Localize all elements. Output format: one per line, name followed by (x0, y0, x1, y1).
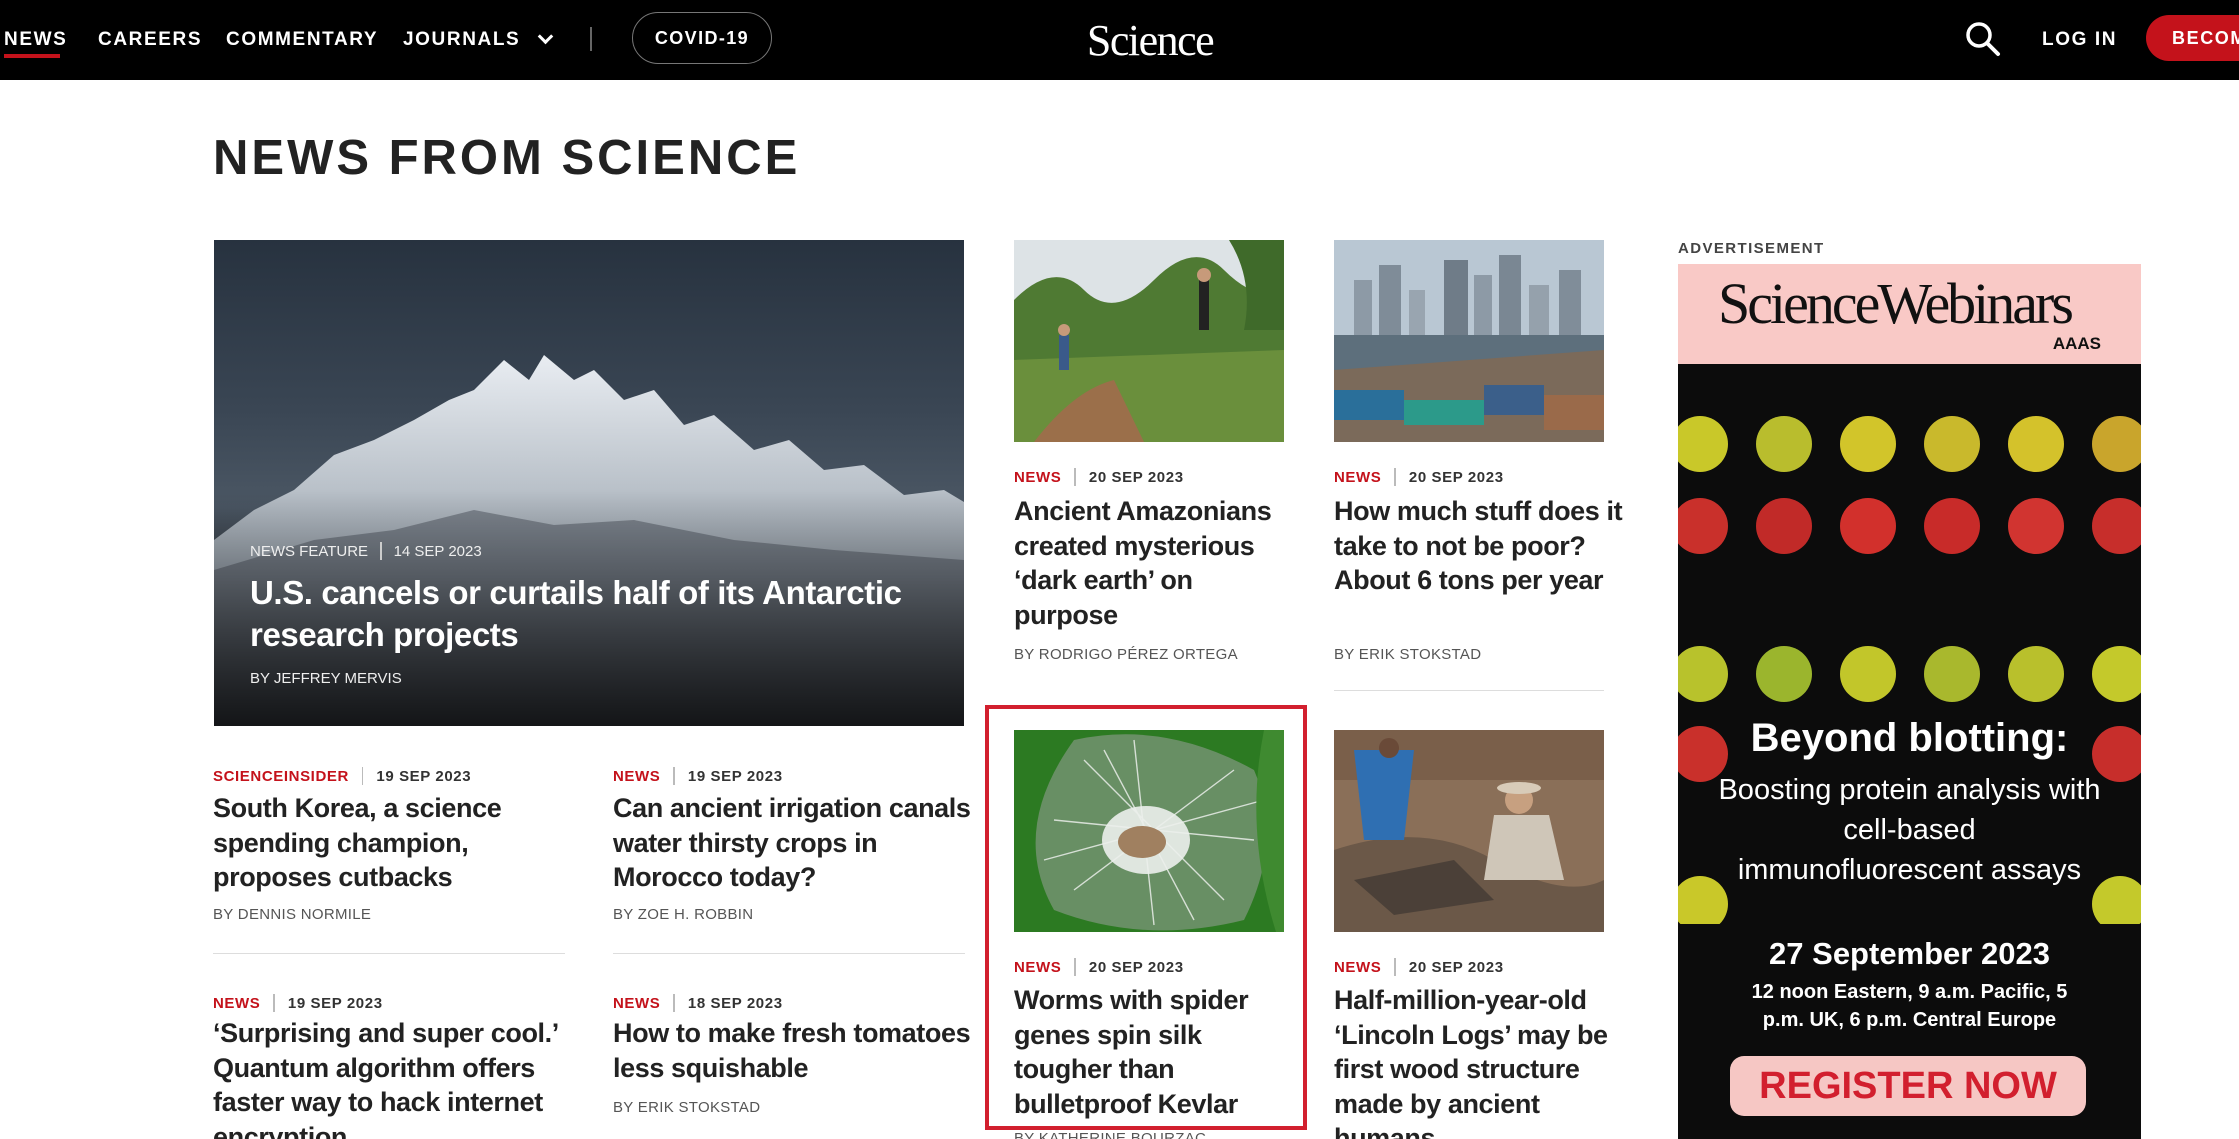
article-byline: BY RODRIGO PÉREZ ORTEGA (1014, 646, 1238, 663)
meta-divider (1394, 468, 1396, 486)
search-icon[interactable] (1964, 20, 2002, 58)
article-byline: BY DENNIS NORMILE (213, 906, 372, 923)
nav-news[interactable]: NEWS (4, 0, 67, 80)
article-date: 18 SEP 2023 (687, 994, 783, 1012)
article-thumbnail-dark-earth[interactable] (1014, 240, 1284, 442)
article-kind: NEWS (613, 767, 661, 785)
meta-divider (273, 994, 275, 1012)
ad-body: Boosting protein analysis with cell-base… (1718, 774, 2101, 886)
article-headline[interactable]: Ancient Amazonians created mysterious ‘d… (1014, 494, 1294, 632)
ad-header: ScienceWebinars AAAS (1678, 264, 2141, 364)
meta-divider (673, 994, 675, 1012)
ad-times: 12 noon Eastern, 9 a.m. Pacific, 5 p.m. … (1751, 981, 2068, 1031)
advertisement-label: ADVERTISEMENT (1678, 240, 1825, 257)
article-kind: NEWS (1334, 468, 1382, 486)
article-meta: NEWS 20 SEP 2023 (1014, 468, 1184, 486)
meta-divider (1394, 958, 1396, 976)
article-byline: BY ERIK STOKSTAD (613, 1099, 761, 1116)
article-kind: SCIENCEINSIDER (213, 767, 349, 785)
article-byline: BY ERIK STOKSTAD (1334, 646, 1482, 663)
nav-journals[interactable]: JOURNALS (403, 0, 554, 80)
article-date: 20 SEP 2023 (1408, 468, 1504, 486)
nav-careers[interactable]: CAREERS (98, 0, 202, 80)
article-meta: NEWS 20 SEP 2023 (1334, 958, 1504, 976)
article-headline[interactable]: Half-million-year-old ‘Lincoln Logs’ may… (1334, 983, 1624, 1139)
highlight-box (985, 705, 1307, 1130)
covid-19-button[interactable]: COVID-19 (632, 12, 772, 64)
ad-headline: Beyond blotting: (1750, 716, 2069, 760)
divider (613, 953, 965, 954)
article-thumbnail-city[interactable] (1334, 240, 1604, 442)
article-kind: NEWS (1014, 468, 1062, 486)
login-link[interactable]: LOG IN (2042, 0, 2117, 80)
ad-brand: ScienceWebinars (1718, 271, 2074, 336)
article-date: 19 SEP 2023 (687, 767, 783, 785)
meta-divider (361, 767, 364, 785)
feature-headline[interactable]: U.S. cancels or curtails half of its Ant… (250, 572, 930, 656)
article-meta: SCIENCEINSIDER 19 SEP 2023 (213, 767, 471, 785)
article-date: 20 SEP 2023 (1088, 468, 1184, 486)
article-meta: NEWS 20 SEP 2023 (1334, 468, 1504, 486)
divider (1334, 690, 1604, 691)
nav-journals-label: JOURNALS (403, 29, 521, 50)
feature-meta: NEWS FEATURE 14 SEP 2023 (250, 542, 482, 560)
article-headline[interactable]: Can ancient irrigation canals water thir… (613, 791, 973, 895)
feature-byline: BY JEFFREY MERVIS (250, 670, 402, 687)
ad-date: 27 September 2023 (1769, 936, 2050, 971)
page-title: NEWS FROM SCIENCE (213, 131, 801, 185)
nav-active-indicator (4, 54, 60, 58)
meta-divider (380, 542, 382, 560)
science-logo[interactable]: Science (1030, 10, 1270, 70)
article-headline[interactable]: How to make fresh tomatoes less squishab… (613, 1016, 973, 1085)
become-member-button[interactable]: BECOM (2146, 15, 2239, 61)
feature-story[interactable]: NEWS FEATURE 14 SEP 2023 U.S. cancels or… (214, 240, 964, 726)
article-byline: BY ZOE H. ROBBIN (613, 906, 754, 923)
article-meta: NEWS 19 SEP 2023 (213, 994, 383, 1012)
advertisement-banner[interactable]: ScienceWebinars AAAS Beyond blotting: Bo… (1678, 264, 2141, 1139)
article-headline[interactable]: ‘Surprising and super cool.’ Quantum alg… (213, 1016, 568, 1139)
article-date: 19 SEP 2023 (287, 994, 383, 1012)
article-meta: NEWS 18 SEP 2023 (613, 994, 783, 1012)
article-byline: BY KATHERINE BOURZAC (1014, 1130, 1207, 1139)
chevron-down-icon (538, 28, 554, 45)
article-headline[interactable]: How much stuff does it take to not be po… (1334, 494, 1624, 598)
article-kind: NEWS (1334, 958, 1382, 976)
feature-kind: NEWS FEATURE (250, 542, 369, 560)
meta-divider (673, 767, 675, 785)
divider (213, 953, 565, 954)
article-meta: NEWS 19 SEP 2023 (613, 767, 783, 785)
meta-divider (1074, 468, 1076, 486)
top-navigation: NEWS CAREERS COMMENTARY JOURNALS COVID-1… (0, 0, 2239, 80)
ad-org: AAAS (2052, 334, 2101, 353)
article-headline[interactable]: South Korea, a science spending champion… (213, 791, 553, 895)
nav-divider (590, 27, 592, 51)
article-kind: NEWS (613, 994, 661, 1012)
register-now-button[interactable]: REGISTER NOW (1730, 1056, 2086, 1116)
article-date: 20 SEP 2023 (1408, 958, 1504, 976)
article-date: 19 SEP 2023 (376, 767, 472, 785)
nav-commentary[interactable]: COMMENTARY (226, 0, 378, 80)
article-kind: NEWS (213, 994, 261, 1012)
article-thumbnail-wood-structure[interactable] (1334, 730, 1604, 932)
feature-date: 14 SEP 2023 (393, 542, 482, 560)
